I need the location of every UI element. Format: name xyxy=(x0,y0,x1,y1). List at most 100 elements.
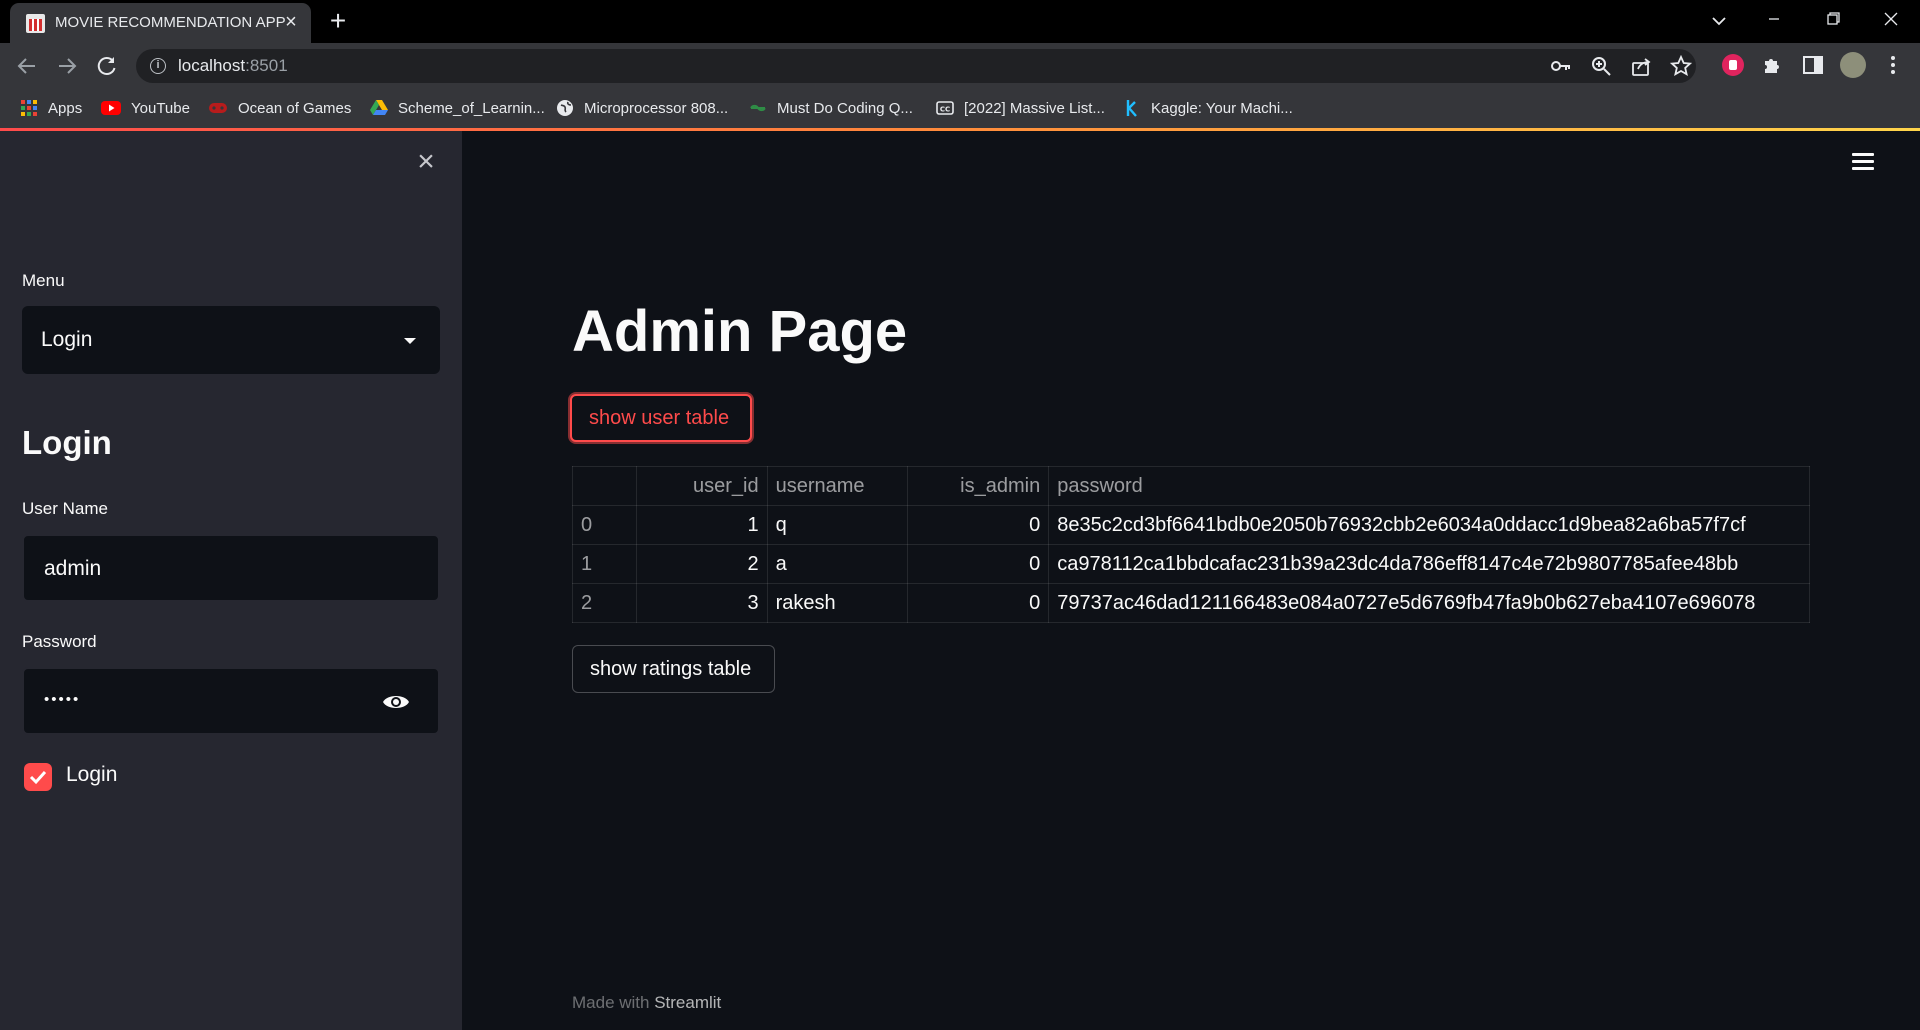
address-bar[interactable]: i localhost:8501 xyxy=(136,49,1696,83)
menu-label: Menu xyxy=(22,271,65,290)
username-value: admin xyxy=(44,557,102,580)
row-index: 0 xyxy=(572,505,637,545)
extensions-puzzle-icon[interactable] xyxy=(1760,52,1786,78)
bookmark-apps[interactable]: Apps xyxy=(20,98,82,118)
geeksforgeeks-icon xyxy=(750,104,766,112)
table-row: 2 3 rakesh 0 79737ac46dad121166483e084a0… xyxy=(572,583,1810,623)
google-drive-icon xyxy=(370,100,388,115)
bookmark-kaggle[interactable]: Kaggle: Your Machi... xyxy=(1123,98,1293,118)
login-checkbox-label: Login xyxy=(66,763,118,786)
bookmark-label: Microprocessor 808... xyxy=(584,99,729,117)
sidebar-close-icon[interactable]: × xyxy=(411,147,441,177)
extension-adblock-icon[interactable] xyxy=(1720,52,1746,78)
user-table: user_id username is_admin password 0 1 q… xyxy=(572,466,1810,623)
browser-tab[interactable]: MOVIE RECOMMENDATION APP × xyxy=(10,3,311,43)
row-index: 1 xyxy=(572,544,637,584)
table-row: 0 1 q 0 8e35c2cd3bf6641bdb0e2050b76932cb… xyxy=(572,505,1810,545)
login-heading: Login xyxy=(22,424,112,461)
streamlit-link[interactable]: Streamlit xyxy=(654,993,721,1012)
bookmark-label: Must Do Coding Q... xyxy=(777,99,913,117)
table-header-row: user_id username is_admin password xyxy=(572,466,1810,506)
cell-is-admin: 0 xyxy=(907,583,1050,623)
bookmark-youtube[interactable]: YouTube xyxy=(101,98,190,118)
cell-user-id: 2 xyxy=(635,544,768,584)
url-port: :8501 xyxy=(245,56,288,75)
cell-password: ca978112ca1bbdcafac231b39a23dc4da786eff8… xyxy=(1048,544,1810,584)
checkmark-icon xyxy=(29,770,47,785)
column-header-index[interactable] xyxy=(572,466,637,506)
cell-is-admin: 0 xyxy=(907,505,1050,545)
bookmark-label: Kaggle: Your Machi... xyxy=(1151,99,1293,117)
column-header-is-admin[interactable]: is_admin xyxy=(907,466,1050,506)
password-input[interactable]: ••••• xyxy=(22,667,440,735)
footer: Made with Streamlit xyxy=(572,993,721,1013)
cell-username: q xyxy=(766,505,909,545)
row-index: 2 xyxy=(572,583,637,623)
hamburger-menu-icon[interactable] xyxy=(1852,153,1876,173)
cell-password: 79737ac46dad121166483e084a0727e5d6769fb4… xyxy=(1048,583,1810,623)
bookmark-scheme-of-learning[interactable]: Scheme_of_Learnin... xyxy=(370,98,545,118)
menu-select-value: Login xyxy=(41,328,93,351)
bookmark-label: Scheme_of_Learnin... xyxy=(398,99,545,117)
bookmark-label: Apps xyxy=(48,99,83,117)
menu-select[interactable]: Login xyxy=(22,306,440,374)
bookmark-label: Ocean of Games xyxy=(238,99,352,117)
more-menu-icon[interactable] xyxy=(1880,52,1906,78)
password-label: Password xyxy=(22,632,97,651)
bookmark-microprocessor[interactable]: Microprocessor 808... xyxy=(556,98,728,118)
zoom-icon[interactable] xyxy=(1590,55,1612,77)
password-mask: ••••• xyxy=(44,691,81,708)
caret-down-icon xyxy=(404,338,416,344)
browser-tab-bar: MOVIE RECOMMENDATION APP × + xyxy=(0,0,1920,43)
youtube-icon xyxy=(101,101,121,115)
bookmark-label: YouTube xyxy=(131,99,190,117)
eye-icon[interactable] xyxy=(382,691,410,713)
bookmark-ocean-of-games[interactable]: Ocean of Games xyxy=(208,98,351,118)
cell-password: 8e35c2cd3bf6641bdb0e2050b76932cbb2e6034a… xyxy=(1048,505,1810,545)
bookmarks-bar: Apps YouTube Ocean of Games Scheme_of_Le… xyxy=(0,88,1920,128)
apps-grid-icon xyxy=(21,100,37,116)
side-panel-icon[interactable] xyxy=(1800,52,1826,78)
bookmark-label: [2022] Massive List... xyxy=(964,99,1105,117)
column-header-user-id[interactable]: user_id xyxy=(635,466,768,506)
profile-avatar[interactable] xyxy=(1840,52,1866,78)
bookmark-star-icon[interactable] xyxy=(1670,55,1692,77)
bookmark-must-do-coding[interactable]: Must Do Coding Q... xyxy=(749,98,913,118)
login-checkbox[interactable] xyxy=(24,763,52,791)
sidebar: × Menu Login Login User Name admin Passw… xyxy=(0,131,462,1030)
key-icon[interactable] xyxy=(1550,55,1572,77)
forward-arrow-icon[interactable] xyxy=(52,51,82,81)
username-label: User Name xyxy=(22,499,108,518)
url-text: localhost:8501 xyxy=(178,56,288,76)
cc-icon: CC xyxy=(936,101,954,115)
cell-username: a xyxy=(766,544,909,584)
cell-username: rakesh xyxy=(766,583,909,623)
site-info-icon[interactable]: i xyxy=(150,58,166,74)
gamepad-icon xyxy=(209,103,227,113)
username-input[interactable]: admin xyxy=(22,534,440,602)
share-icon[interactable] xyxy=(1630,55,1652,77)
cell-is-admin: 0 xyxy=(907,544,1050,584)
browser-toolbar: i localhost:8501 xyxy=(0,43,1920,88)
url-host: localhost xyxy=(178,56,246,75)
cell-user-id: 3 xyxy=(635,583,768,623)
table-row: 1 2 a 0 ca978112ca1bbdcafac231b39a23dc4d… xyxy=(572,544,1810,584)
back-arrow-icon[interactable] xyxy=(12,51,42,81)
svg-text:CC: CC xyxy=(940,106,950,114)
bookmark-massive-list[interactable]: CC [2022] Massive List... xyxy=(936,98,1105,118)
window-minimize-icon[interactable] xyxy=(1745,0,1803,38)
show-ratings-table-button[interactable]: show ratings table xyxy=(572,645,775,693)
page-title: Admin Page xyxy=(572,299,908,364)
column-header-password[interactable]: password xyxy=(1048,466,1810,506)
window-restore-icon[interactable] xyxy=(1804,0,1862,38)
tab-search-chevron-icon[interactable] xyxy=(1707,9,1731,33)
new-tab-icon[interactable]: + xyxy=(326,7,350,35)
popcorn-favicon-icon xyxy=(26,14,45,33)
footer-prefix: Made with xyxy=(572,993,655,1012)
window-close-icon[interactable] xyxy=(1862,0,1920,38)
tab-title: MOVIE RECOMMENDATION APP xyxy=(55,14,286,31)
column-header-username[interactable]: username xyxy=(766,466,909,506)
reload-icon[interactable] xyxy=(92,51,122,81)
tab-close-icon[interactable]: × xyxy=(280,11,302,33)
show-user-table-button[interactable]: show user table xyxy=(570,394,752,442)
